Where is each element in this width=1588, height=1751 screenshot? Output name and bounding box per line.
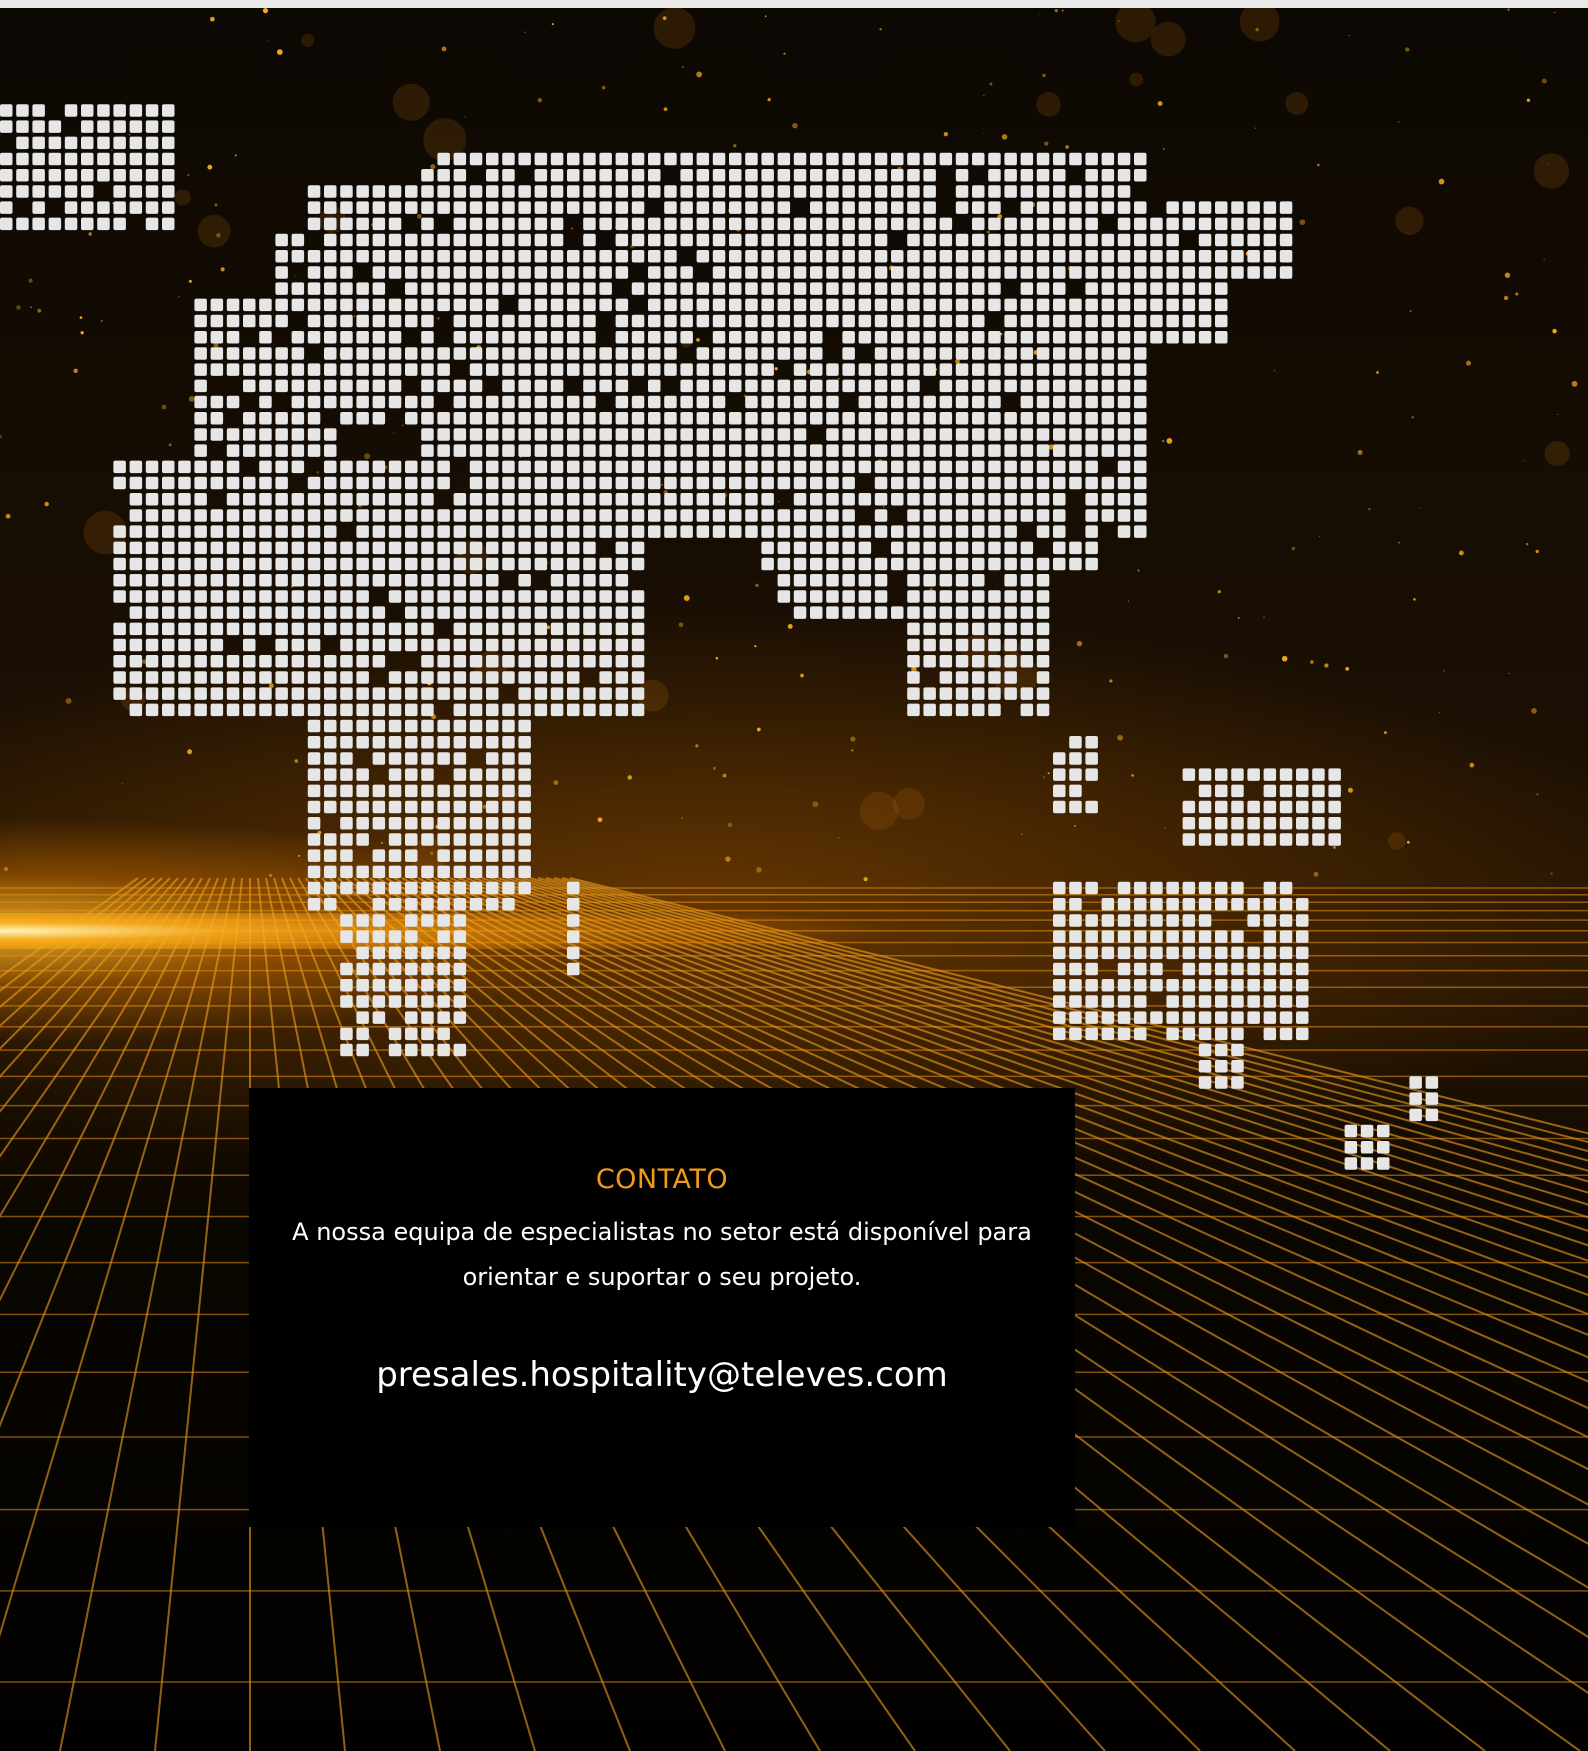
- horizon-glow: [0, 913, 900, 949]
- page: CONTATO A nossa equipa de especialistas …: [0, 0, 1588, 1751]
- contact-email-link[interactable]: presales.hospitality@televes.com: [249, 1355, 1075, 1395]
- top-strip: [0, 0, 1588, 8]
- contact-card: CONTATO A nossa equipa de especialistas …: [249, 1088, 1075, 1527]
- contact-title: CONTATO: [595, 1164, 729, 1195]
- dotted-world-map-icon: [0, 104, 1439, 1170]
- contact-description: A nossa equipa de especialistas no setor…: [292, 1218, 1032, 1291]
